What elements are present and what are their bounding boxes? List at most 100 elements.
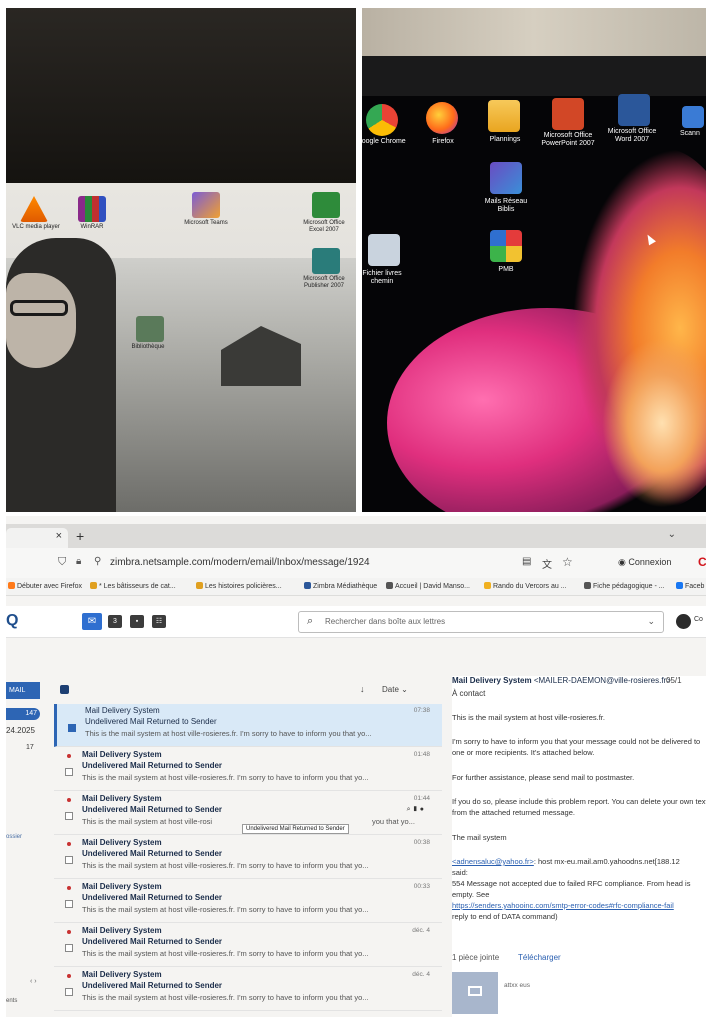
folder-link[interactable]: ents [6,998,17,1004]
help-link[interactable]: https://senders.yahooinc.com/smtp-error-… [452,900,706,911]
firefox-icon[interactable] [426,102,458,134]
icon-label: VLC media player [12,224,60,230]
message-row[interactable]: Mail Delivery System Undelivered Mail Re… [54,704,442,747]
body-paragraph: If you do so, please include this proble… [452,797,706,817]
sender-name: Mail Delivery System [452,676,532,685]
winrar-icon[interactable] [78,196,106,222]
row-checkbox[interactable] [65,988,73,996]
sort-arrow-icon[interactable]: ↓ [360,684,365,694]
body-paragraph: I'm sorry to have to inform you that you… [452,737,701,757]
row-checkbox[interactable] [65,768,73,776]
bookmark-star-icon[interactable]: ☆ [562,555,573,569]
bookmark-item[interactable]: Fiche pédagogique - ... [584,582,665,590]
row-actions[interactable]: ⌕ ▮ ● [407,806,424,814]
row-checkbox[interactable] [68,724,76,732]
permissions-icon[interactable]: ⚲ [94,556,101,567]
email-link[interactable]: <adnensaluc@yahoo.fr> [452,857,534,866]
reader-date: 05/1 [666,676,682,685]
powerpoint-icon[interactable] [552,98,584,130]
shield-icon[interactable]: ⛉ [58,556,66,569]
bookmark-item[interactable]: Accueil | David Manso... [386,582,470,590]
bookmark-item[interactable]: * Les bâtisseurs de cat... [90,582,176,590]
wallpaper-face [6,273,76,368]
message-row[interactable]: Mail Delivery System Undelivered Mail Re… [54,748,442,791]
close-icon[interactable]: × [56,530,62,542]
briefcase-icon[interactable]: ▪ [130,615,144,628]
chrome-icon[interactable] [366,104,398,136]
download-link[interactable]: Télécharger [518,953,561,962]
url-field[interactable]: zimbra.netsample.com/modern/email/Inbox/… [110,557,370,568]
unread-dot-icon [67,842,71,846]
message-time: déc. 4 [412,927,430,934]
bookmark-item[interactable]: Zimbra Médiathèque [304,582,377,590]
chevron-down-icon[interactable]: ⌄ [668,529,676,540]
message-row[interactable]: Mail Delivery System Undelivered Mail Re… [54,968,442,1011]
row-checkbox[interactable] [65,812,73,820]
inbox-count-badge[interactable]: 147 [6,708,40,720]
icon-label: Microsoft Teams [184,220,228,226]
account-button[interactable]: ◉ Connexion [618,557,671,568]
calendar-icon[interactable]: 3 [108,615,122,628]
new-tab-button[interactable]: + [76,528,84,544]
sort-date-button[interactable]: Date ⌄ [382,685,408,694]
bookmark-icon [90,582,97,589]
teams-icon[interactable] [192,192,220,218]
browser-tab[interactable]: × [6,528,68,548]
lock-icon[interactable]: 🔒︎ [76,556,81,567]
message-row[interactable]: Mail Delivery System Undelivered Mail Re… [54,880,442,923]
tooltip: Undelivered Mail Returned to Sender [242,824,349,834]
row-checkbox[interactable] [65,900,73,908]
message-subject: Undelivered Mail Returned to Sender [82,761,223,770]
message-preview: This is the mail system at host ville-ro… [85,729,372,738]
folder-date[interactable]: 24.2025 [6,726,35,735]
search-input[interactable]: ⌕ Rechercher dans boîte aux lettres ⌄ [298,611,664,633]
message-row[interactable]: Mail Delivery System Undelivered Mail Re… [54,924,442,967]
scanner-icon[interactable] [682,106,704,128]
message-sender: Mail Delivery System [85,706,160,715]
avatar[interactable] [676,614,691,629]
bookmark-item[interactable]: Faceb [676,582,704,590]
monitor-frame [362,56,706,96]
mail-folder-button[interactable]: MAIL [6,682,40,699]
pager-arrows[interactable]: ‹ › [30,978,37,985]
row-checkbox[interactable] [65,856,73,864]
pmb-icon[interactable] [490,230,522,262]
reader-view-icon[interactable]: ▤ [522,556,531,567]
message-sender: Mail Delivery System [82,882,162,891]
excel-icon[interactable] [312,192,340,218]
sender-address[interactable]: <MAILER-DAEMON@ville-rosieres.fr> [534,676,671,685]
bookmark-item[interactable]: Rando du Vercors au ... [484,582,567,590]
message-sender: Mail Delivery System [82,794,162,803]
library-icon[interactable] [136,316,164,342]
bookmark-item[interactable]: Débuter avec Firefox [8,582,82,590]
body-paragraph: The mail system [452,833,507,842]
mail-network-icon[interactable] [490,162,522,194]
publisher-icon[interactable] [312,248,340,274]
body-paragraph: said: [452,868,468,877]
account-label: Connexion [628,557,672,567]
unread-dot-icon [67,798,71,802]
select-all-checkbox[interactable] [60,685,69,694]
body-paragraph: <adnensaluc@yahoo.fr>: host mx-eu.mail.a… [452,857,680,866]
folder-link[interactable]: ossier [6,834,22,840]
icon-label: Scann [680,130,700,137]
wallpaper-glasses [10,300,68,316]
zimbra-logo: Q [6,612,19,629]
file-icon[interactable] [368,234,400,266]
message-preview: This is the mail system at host ville-ro… [82,773,369,782]
translate-icon[interactable]: 文 [542,556,552,571]
tasks-icon[interactable]: ☷ [152,615,166,628]
row-checkbox[interactable] [65,944,73,952]
extension-icon[interactable]: C [698,555,706,569]
attachment-thumbnail[interactable] [452,972,498,1014]
folder-icon[interactable] [488,100,520,132]
bookmark-item[interactable]: Les histoires policières... [196,582,282,590]
photo-left-desktop: VLC media player WinRAR Microsoft Teams … [6,8,356,512]
chevron-down-icon[interactable]: ⌄ [647,616,655,627]
photo-right-desktop: Google Chrome Firefox Plannings Microsof… [362,8,706,512]
mail-app-icon[interactable]: ✉ [82,613,102,630]
message-row[interactable]: Mail Delivery System Undelivered Mail Re… [54,836,442,879]
word-icon[interactable] [618,94,650,126]
icon-label: Bibliothèque [131,344,165,350]
bookmarks-bar: Débuter avec Firefox * Les bâtisseurs de… [6,578,706,596]
